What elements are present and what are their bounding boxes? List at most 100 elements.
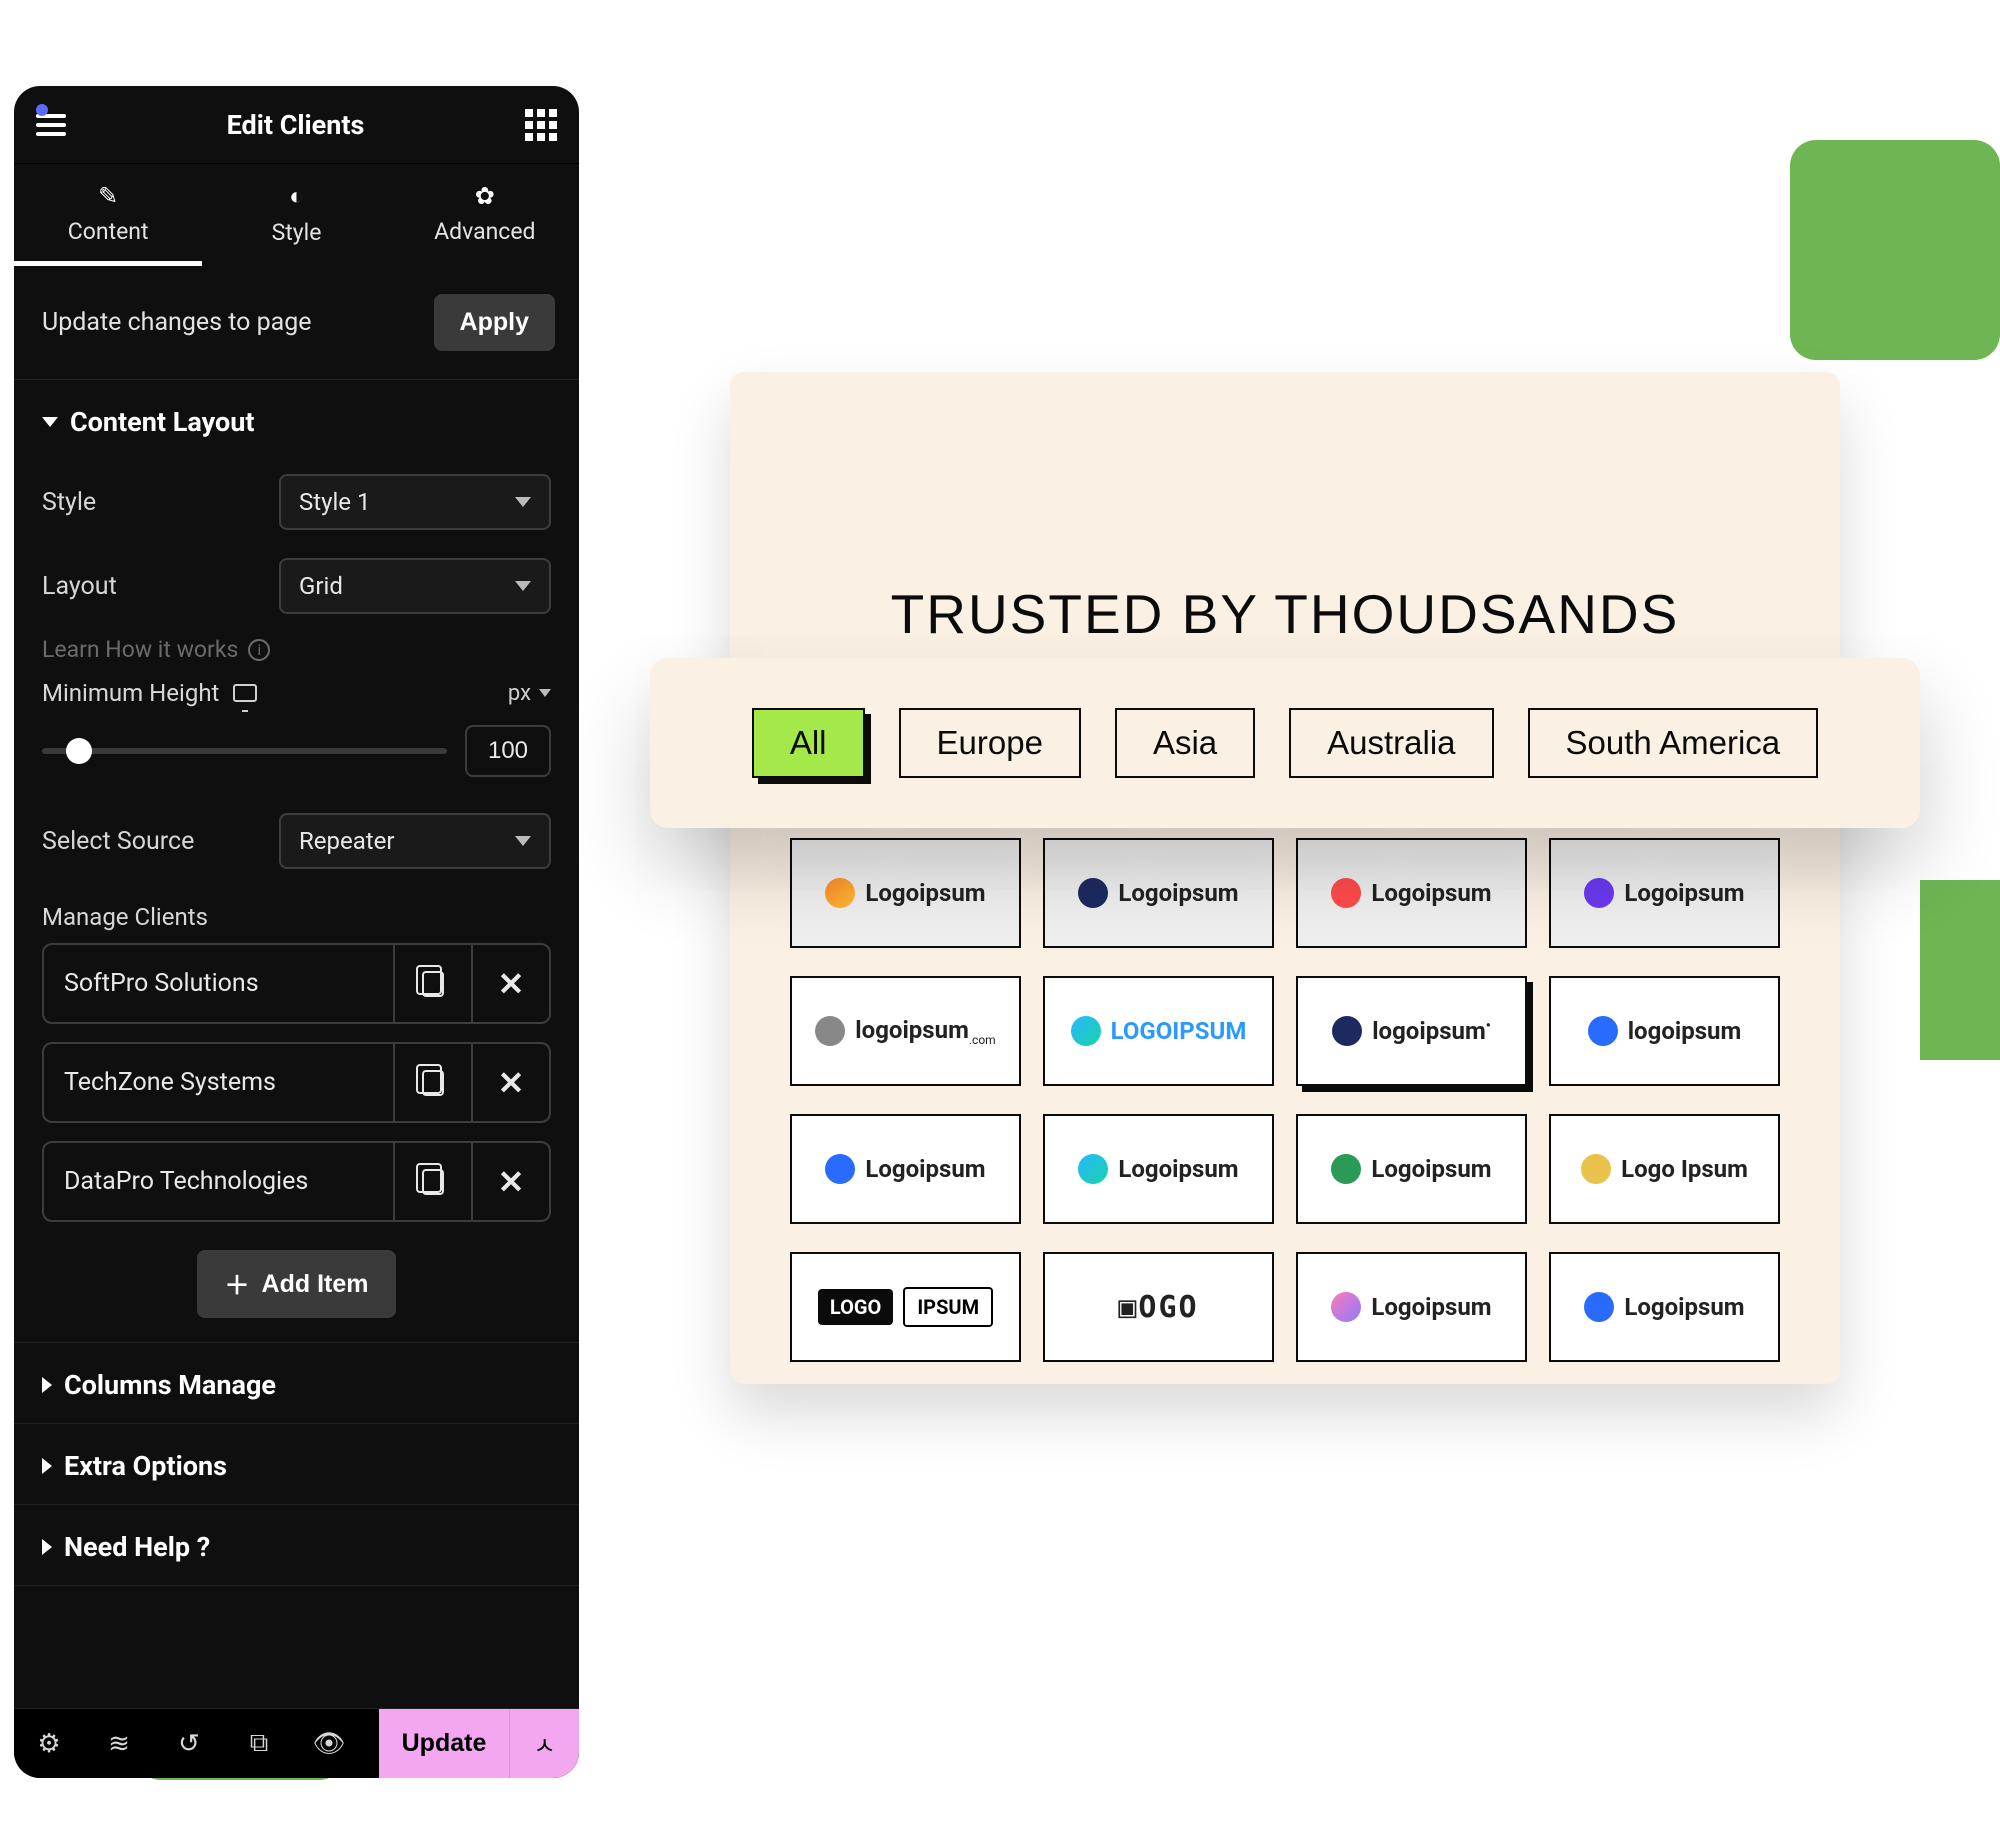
- filter-chip-asia[interactable]: Asia: [1115, 708, 1255, 778]
- slider-thumb[interactable]: [66, 738, 92, 764]
- add-item-button[interactable]: ＋ Add Item: [197, 1250, 397, 1318]
- filter-chip-south-america[interactable]: South America: [1528, 708, 1819, 778]
- contrast-icon: ◐: [202, 182, 390, 211]
- preview-canvas: TRUSTED BY THOUDSANDS BUSINESSS All Euro…: [730, 372, 1840, 1384]
- duplicate-button[interactable]: [393, 945, 471, 1022]
- section-content-layout[interactable]: Content Layout: [14, 379, 579, 460]
- logo-card[interactable]: Logoipsum: [1296, 1114, 1527, 1224]
- info-icon: i: [248, 639, 270, 661]
- min-height-control: Minimum Height px: [14, 669, 579, 777]
- decorative-block: [1920, 880, 2000, 1060]
- logo-card[interactable]: Logoipsum: [1549, 1252, 1780, 1362]
- desktop-icon[interactable]: [233, 684, 257, 702]
- section-title: Need Help ?: [64, 1531, 210, 1563]
- editor-tabs: ✎ Content ◐ Style ✿ Advanced: [14, 164, 579, 266]
- copy-icon: [422, 971, 444, 997]
- tab-content[interactable]: ✎ Content: [14, 164, 202, 266]
- client-item[interactable]: TechZone Systems ✕: [42, 1042, 551, 1123]
- hint-text: Learn How it works: [42, 636, 238, 663]
- min-height-input[interactable]: [465, 725, 551, 777]
- logo-card[interactable]: LOGOIPSUM: [790, 1252, 1021, 1362]
- section-need-help[interactable]: Need Help ?: [14, 1504, 579, 1586]
- logo-card[interactable]: logoipsum: [1549, 976, 1780, 1086]
- update-options-button[interactable]: ㅅ: [509, 1709, 579, 1778]
- field-layout: Layout Grid: [14, 544, 579, 628]
- layout-select[interactable]: Grid: [279, 558, 551, 614]
- logo-card[interactable]: Logoipsum: [1043, 1114, 1274, 1224]
- tab-advanced[interactable]: ✿ Advanced: [391, 164, 579, 266]
- logo-card[interactable]: LOGOIPSUM: [1043, 976, 1274, 1086]
- field-source: Select Source Repeater: [14, 799, 579, 883]
- logo-card[interactable]: Logoipsum: [1043, 838, 1274, 948]
- client-item[interactable]: DataPro Technologies ✕: [42, 1141, 551, 1222]
- field-style: Style Style 1: [14, 460, 579, 544]
- min-height-slider[interactable]: [42, 748, 447, 754]
- chevron-up-icon: ㅅ: [533, 1726, 555, 1761]
- logo-card[interactable]: Logoipsum: [790, 1114, 1021, 1224]
- apps-grid-icon[interactable]: [525, 109, 557, 141]
- update-button[interactable]: Update: [379, 1709, 509, 1778]
- logo-card[interactable]: logoipsum•: [1296, 976, 1527, 1086]
- tab-label: Advanced: [434, 218, 535, 245]
- history-icon: ↺: [178, 1729, 200, 1759]
- chevron-down-icon: [515, 581, 531, 591]
- pencil-icon: ✎: [14, 182, 202, 210]
- logo-card[interactable]: Logoipsum: [1296, 1252, 1527, 1362]
- remove-button[interactable]: ✕: [471, 945, 549, 1022]
- copy-icon: [422, 1169, 444, 1195]
- apply-button[interactable]: Apply: [434, 294, 555, 351]
- navigator-button[interactable]: ≋: [84, 1709, 154, 1778]
- headline-part-a: TRUSTED BY THOUDSANDS: [891, 583, 1680, 645]
- remove-button[interactable]: ✕: [471, 1143, 549, 1220]
- duplicate-button[interactable]: [393, 1143, 471, 1220]
- editor-footer: ⚙ ≋ ↺ ⧉ 👁 Update ㅅ: [14, 1708, 579, 1778]
- editor-title: Edit Clients: [227, 109, 365, 141]
- hint-row[interactable]: Learn How it works i: [14, 628, 579, 669]
- logo-card[interactable]: Logoipsum: [790, 838, 1021, 948]
- chevron-down-icon: [539, 689, 551, 697]
- logo-card[interactable]: Logo Ipsum: [1549, 1114, 1780, 1224]
- source-select[interactable]: Repeater: [279, 813, 551, 869]
- filter-chip-all[interactable]: All: [752, 708, 865, 778]
- chevron-right-icon: [42, 1539, 52, 1555]
- responsive-button[interactable]: ⧉: [224, 1709, 294, 1778]
- field-label: Style: [42, 488, 96, 517]
- filter-bar: All Europe Asia Australia South America: [650, 658, 1920, 828]
- apply-row: Update changes to page Apply: [14, 266, 579, 379]
- menu-icon[interactable]: [36, 114, 66, 136]
- logo-card[interactable]: logoipsum.com: [790, 976, 1021, 1086]
- remove-button[interactable]: ✕: [471, 1044, 549, 1121]
- plus-icon: ＋: [225, 1266, 250, 1302]
- preview-button[interactable]: 👁: [294, 1709, 364, 1778]
- tab-style[interactable]: ◐ Style: [202, 164, 390, 266]
- unit-picker[interactable]: px: [508, 681, 551, 706]
- logo-card[interactable]: Logoipsum: [1549, 838, 1780, 948]
- section-title: Content Layout: [70, 406, 255, 438]
- logo-card[interactable]: Logoipsum: [1296, 838, 1527, 948]
- chevron-down-icon: [515, 497, 531, 507]
- select-value: Grid: [299, 572, 343, 600]
- chevron-right-icon: [42, 1458, 52, 1474]
- editor-header: Edit Clients: [14, 86, 579, 164]
- select-value: Repeater: [299, 827, 394, 855]
- client-item-name: DataPro Technologies: [44, 1143, 393, 1220]
- section-extra-options[interactable]: Extra Options: [14, 1423, 579, 1504]
- gear-icon: ✿: [391, 182, 579, 210]
- client-item[interactable]: SoftPro Solutions ✕: [42, 943, 551, 1024]
- client-item-name: TechZone Systems: [44, 1044, 393, 1121]
- history-button[interactable]: ↺: [154, 1709, 224, 1778]
- close-icon: ✕: [498, 1064, 525, 1102]
- editor-panel: Edit Clients ✎ Content ◐ Style ✿ Advance…: [14, 86, 579, 1778]
- chevron-down-icon: [515, 836, 531, 846]
- logo-card[interactable]: ▣OGO: [1043, 1252, 1274, 1362]
- style-select[interactable]: Style 1: [279, 474, 551, 530]
- panel-body: Update changes to page Apply Content Lay…: [14, 266, 579, 1708]
- gear-icon: ⚙: [37, 1729, 60, 1759]
- filter-chip-australia[interactable]: Australia: [1289, 708, 1493, 778]
- manage-clients-label: Manage Clients: [14, 883, 579, 943]
- duplicate-button[interactable]: [393, 1044, 471, 1121]
- filter-chip-europe[interactable]: Europe: [899, 708, 1081, 778]
- tab-label: Style: [272, 219, 322, 246]
- settings-button[interactable]: ⚙: [14, 1709, 84, 1778]
- section-columns-manage[interactable]: Columns Manage: [14, 1342, 579, 1423]
